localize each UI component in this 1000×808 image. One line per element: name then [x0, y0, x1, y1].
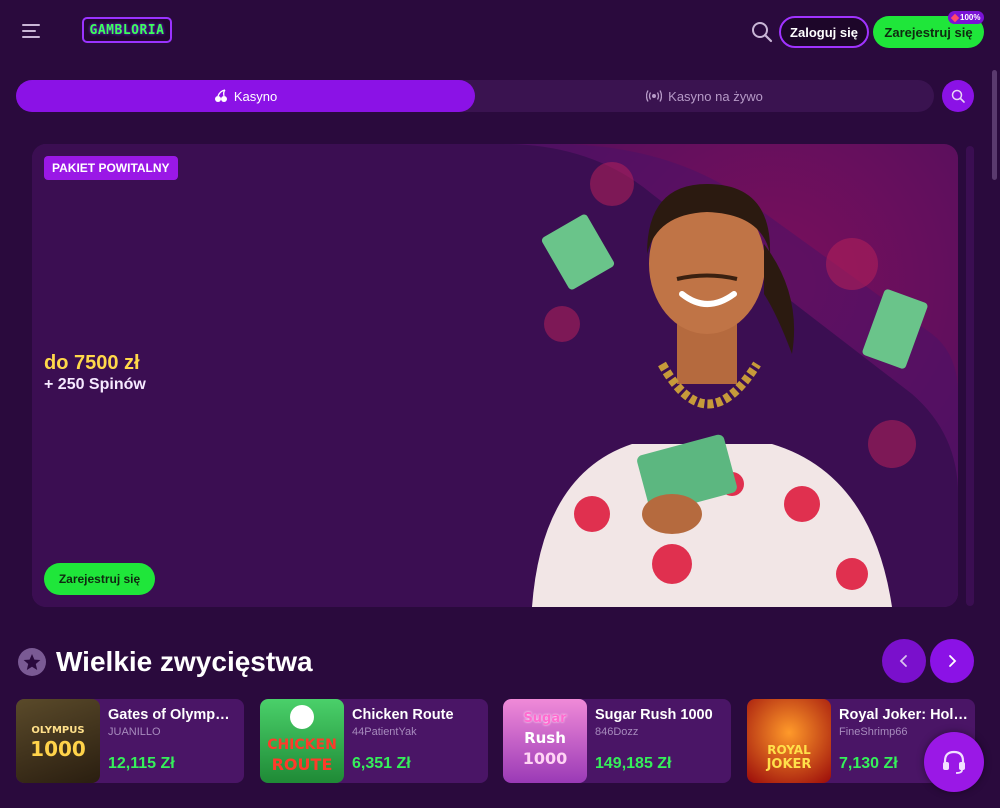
tab-casino-label: Kasyno [233, 88, 278, 104]
win-card[interactable]: OLYMPUS 1000 Gates of Olympus 1000 JUANI… [16, 699, 244, 783]
search-icon[interactable] [750, 20, 774, 44]
banner-register-button[interactable]: Zarejestruj się [44, 563, 155, 595]
cherry-icon [214, 89, 227, 102]
star-icon [18, 648, 46, 676]
thumb-subtitle: Rush [524, 729, 566, 747]
thumb-title: CHICKEN [267, 737, 337, 753]
chevron-left-icon [899, 655, 907, 667]
thumb-title: ROYAL [767, 743, 811, 757]
thumb-title: OLYMPUS [31, 725, 85, 736]
big-wins-title: Wielkie zwycięstwa [56, 646, 313, 677]
game-thumbnail: OLYMPUS 1000 [16, 699, 100, 783]
top-header: GAMBLORIA Zaloguj się Zarejestruj się 10… [0, 0, 1000, 64]
menu-icon[interactable] [22, 24, 42, 40]
character-illustration [532, 162, 928, 607]
game-name: Sugar Rush 1000 [595, 707, 713, 723]
promo-banner[interactable]: PAKIET POWITALNY do 7500 zł + 250 Spinów… [32, 144, 958, 607]
game-search-button[interactable] [942, 80, 974, 112]
tab-live-label: Kasyno na żywo [668, 88, 763, 104]
thumb-number: 1000 [522, 749, 568, 768]
register-bonus-text: 100% [960, 13, 981, 22]
bonus-amount: do 7500 zł [44, 352, 140, 374]
win-amount: 7,130 Zł [839, 755, 898, 772]
login-button[interactable]: Zaloguj się [779, 16, 869, 48]
gem-icon [950, 13, 960, 22]
chevron-right-icon [949, 655, 957, 667]
support-chat-button[interactable] [924, 732, 984, 792]
carousel-next-button[interactable] [930, 639, 974, 683]
win-amount: 12,115 Zł [108, 755, 175, 772]
player-name: JUANILLO [108, 726, 161, 738]
welcome-package-badge: PAKIET POWITALNY [44, 156, 178, 180]
game-thumbnail: Sugar Rush 1000 [503, 699, 587, 783]
thumb-subtitle: ROUTE [271, 755, 333, 774]
player-name: FineShrimp66 [839, 726, 908, 738]
chicken-icon [290, 705, 314, 729]
register-bonus-badge: 100% [948, 11, 985, 24]
carousel-prev-button[interactable] [882, 639, 926, 683]
game-thumbnail: CHICKEN ROUTE [260, 699, 344, 783]
player-name: 44PatientYak [352, 726, 417, 738]
next-banner-peek[interactable] [966, 146, 974, 606]
win-amount: 6,351 Zł [352, 755, 411, 772]
big-wins-header: Wielkie zwycięstwa [18, 645, 313, 679]
win-card[interactable]: CHICKEN ROUTE Chicken Route 44PatientYak… [260, 699, 488, 783]
player-name: 846Dozz [595, 726, 639, 738]
search-icon [951, 89, 965, 103]
tab-casino[interactable]: Kasyno [16, 80, 475, 112]
big-wins-list: OLYMPUS 1000 Gates of Olympus 1000 JUANI… [16, 699, 976, 783]
game-name: Royal Joker: Hold and Win [839, 707, 969, 723]
tab-live-casino[interactable]: Kasyno na żywo [475, 80, 934, 112]
page-scrollbar[interactable] [992, 70, 997, 180]
thumb-title: Sugar [523, 711, 567, 726]
bonus-spins: + 250 Spinów [44, 376, 146, 393]
game-name: Chicken Route [352, 707, 454, 723]
category-tabs: Kasyno Kasyno na żywo [16, 80, 934, 112]
game-name: Gates of Olympus 1000 [108, 707, 238, 723]
thumb-subtitle: JOKER [766, 757, 812, 772]
win-card[interactable]: Sugar Rush 1000 Sugar Rush 1000 846Dozz … [503, 699, 731, 783]
site-logo[interactable]: GAMBLORIA [82, 17, 172, 43]
headset-icon [943, 750, 965, 774]
win-amount: 149,185 Zł [595, 755, 672, 772]
broadcast-icon [646, 90, 663, 102]
thumb-subtitle: 1000 [30, 737, 86, 761]
game-thumbnail: ROYAL JOKER [747, 699, 831, 783]
